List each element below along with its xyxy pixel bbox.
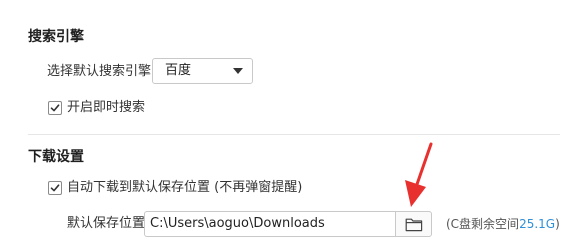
search-engine-section-title: 搜索引擎 — [28, 29, 84, 45]
free-space-prefix: (C盘剩余空间 — [446, 217, 520, 231]
checkmark-icon — [50, 184, 60, 192]
browse-folder-button[interactable] — [395, 211, 432, 237]
download-section-title: 下载设置 — [28, 149, 84, 165]
folder-icon — [405, 218, 423, 232]
search-engine-selected-value: 百度 — [165, 63, 192, 78]
instant-search-checkbox[interactable] — [48, 101, 62, 115]
instant-search-label: 开启即时搜索 — [67, 100, 146, 115]
search-engine-select[interactable]: 百度 — [152, 58, 253, 84]
free-space-suffix: ) — [555, 217, 560, 231]
settings-page: 搜索引擎 选择默认搜索引擎 百度 开启即时搜索 下载设置 自动下载到默认保存位置… — [0, 0, 577, 244]
free-space-note: (C盘剩余空间25.1G) — [446, 215, 560, 233]
free-space-value: 25.1G — [519, 217, 556, 231]
chevron-down-icon — [233, 68, 243, 74]
auto-download-checkbox[interactable] — [48, 181, 62, 195]
default-search-engine-label: 选择默认搜索引擎 — [47, 64, 152, 79]
auto-download-label: 自动下载到默认保存位置 (不再弹窗提醒) — [67, 180, 303, 195]
section-divider — [28, 134, 560, 135]
checkmark-icon — [50, 104, 60, 112]
save-location-label: 默认保存位置 — [67, 216, 146, 231]
save-path-input[interactable]: C:\Users\aoguo\Downloads — [144, 211, 395, 237]
red-arrow-icon — [405, 142, 433, 207]
